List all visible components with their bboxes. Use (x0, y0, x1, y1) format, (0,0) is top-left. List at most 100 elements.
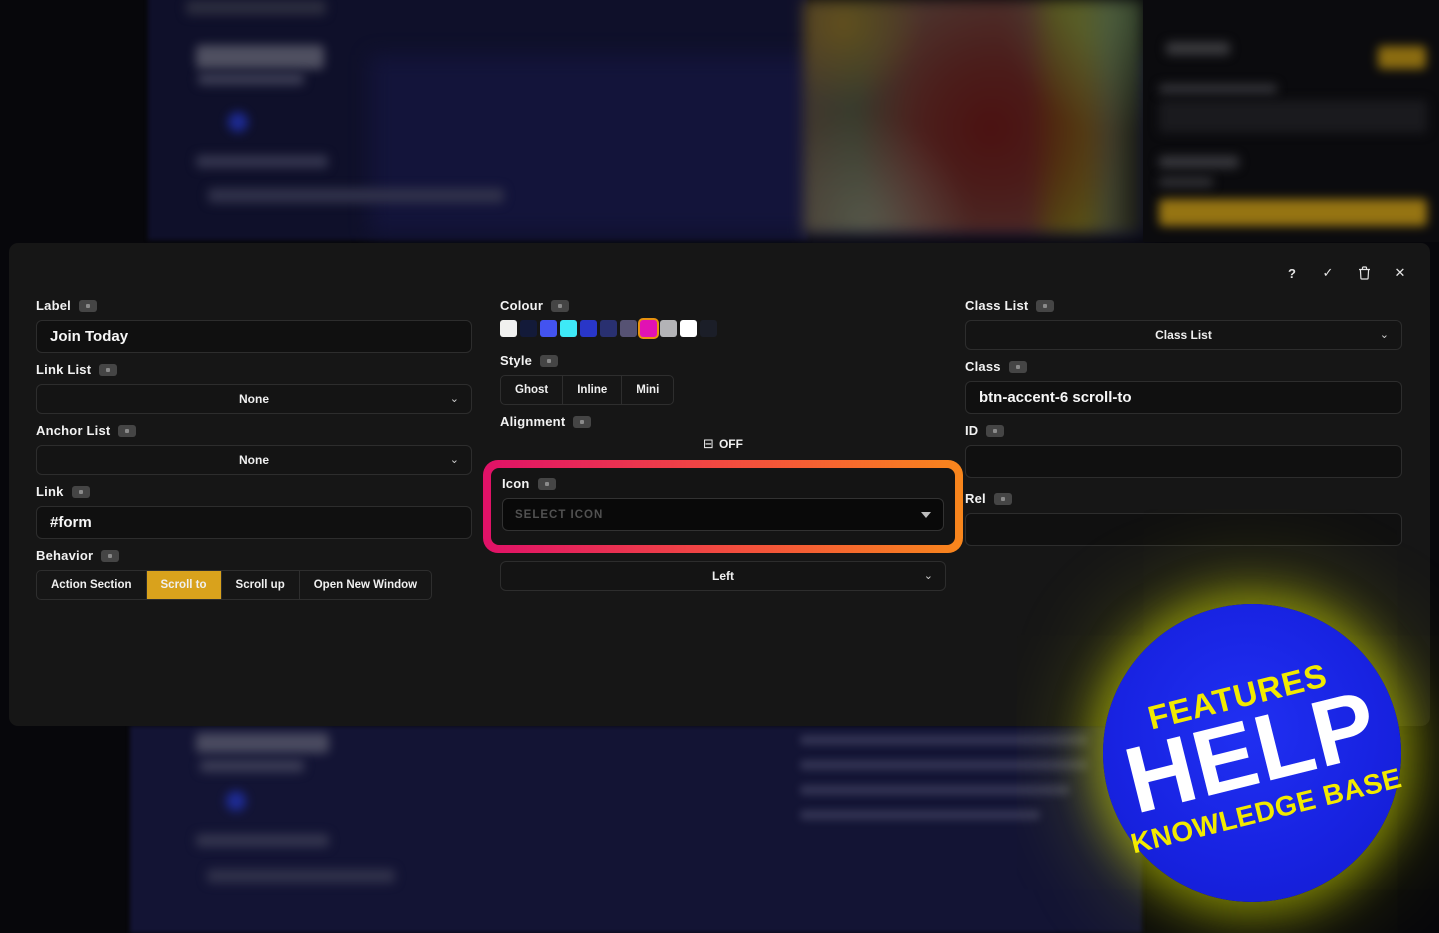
dropdown-triangle-icon (921, 511, 931, 518)
colour-swatch[interactable] (520, 320, 537, 337)
background-blurred-text (196, 155, 328, 168)
background-blurred-button (196, 45, 324, 69)
video-help-icon[interactable] (118, 424, 137, 437)
behavior-option-scroll-to[interactable]: Scroll to (145, 571, 221, 599)
colour-swatch[interactable] (560, 320, 577, 337)
video-help-icon[interactable] (537, 477, 556, 490)
class-label: Class (965, 359, 1001, 374)
background-blurred-text (208, 188, 504, 203)
field-label: Label (36, 298, 472, 313)
alignment-toggle-state: OFF (718, 437, 743, 451)
icon-section-highlight-annotation: Icon SELECT ICON (483, 460, 963, 553)
field-label: Link (36, 484, 472, 499)
rel-field-group: Rel (965, 491, 1402, 546)
background-blurred-text (1159, 156, 1239, 168)
modal-column-left: Label Link List None ⌄ Anchor List None (36, 298, 472, 609)
background-blurred-text (1166, 42, 1230, 55)
class-list-select[interactable]: Class List ⌄ (965, 320, 1402, 350)
behavior-option-open-new-window[interactable]: Open New Window (298, 571, 431, 599)
check-icon[interactable]: ✓ (1320, 265, 1336, 281)
video-help-icon[interactable] (71, 485, 90, 498)
background-blurred-text (196, 834, 329, 847)
video-help-icon[interactable] (99, 363, 118, 376)
anchor-list-label: Anchor List (36, 423, 111, 438)
rel-input[interactable] (965, 513, 1402, 546)
colour-swatch[interactable] (660, 320, 677, 337)
colour-swatch[interactable] (580, 320, 597, 337)
video-help-icon[interactable] (993, 492, 1012, 505)
link-list-select[interactable]: None ⌄ (36, 384, 472, 414)
class-input[interactable] (965, 381, 1402, 414)
video-help-icon[interactable] (1008, 360, 1027, 373)
behavior-label: Behavior (36, 548, 94, 563)
alignment-toggle-icon: ⊟ (703, 436, 714, 451)
field-label: Class (965, 359, 1402, 374)
icon-field-group: Icon SELECT ICON (491, 468, 955, 545)
field-label: Icon (502, 476, 944, 491)
video-help-icon[interactable] (573, 415, 592, 428)
colour-swatch[interactable] (500, 320, 517, 337)
field-label: Colour (500, 298, 946, 313)
video-help-icon[interactable] (551, 299, 570, 312)
link-list-label: Link List (36, 362, 92, 377)
behavior-option-scroll-up[interactable]: Scroll up (220, 571, 299, 599)
link-label: Link (36, 484, 64, 499)
alignment-off-toggle[interactable]: ⊟ OFF (500, 431, 946, 457)
link-field-group: Link (36, 484, 472, 539)
background-paragraph-line (800, 785, 1070, 795)
style-option-mini[interactable]: Mini (621, 376, 673, 404)
chevron-down-icon: ⌄ (923, 569, 933, 582)
background-blurred-text (1159, 84, 1277, 94)
style-label: Style (500, 353, 533, 368)
background-blurred-button-yellow-wide (1159, 199, 1427, 226)
colour-swatch[interactable] (640, 320, 657, 337)
video-help-icon[interactable] (78, 299, 97, 312)
background-paragraph-line (800, 735, 1088, 745)
style-option-inline[interactable]: Inline (562, 376, 621, 404)
icon-position-select[interactable]: Left ⌄ (500, 561, 946, 591)
select-icon-placeholder: SELECT ICON (515, 508, 604, 521)
colour-swatch[interactable] (620, 320, 637, 337)
background-paragraph-line (800, 760, 1088, 770)
colour-swatch[interactable] (700, 320, 717, 337)
class-list-field-group: Class List Class List ⌄ (965, 298, 1402, 350)
background-blurred-dot (226, 791, 246, 811)
behavior-option-action-section[interactable]: Action Section (37, 571, 146, 599)
link-input[interactable] (36, 506, 472, 539)
background-photo (803, 0, 1143, 233)
video-help-icon[interactable] (540, 354, 559, 367)
anchor-list-value: None (239, 453, 269, 467)
video-help-icon[interactable] (101, 549, 120, 562)
id-input[interactable] (965, 445, 1402, 478)
background-blurred-button-yellow (1378, 46, 1426, 69)
anchor-list-select[interactable]: None ⌄ (36, 445, 472, 475)
rel-label: Rel (965, 491, 986, 506)
badge-text: FEATURES HELP KNOWLEDGE BASE (1099, 646, 1405, 859)
label-input[interactable] (36, 320, 472, 353)
background-blurred-button (196, 733, 329, 753)
select-icon-dropdown[interactable]: SELECT ICON (502, 498, 944, 531)
field-label: Class List (965, 298, 1402, 313)
chevron-down-icon: ⌄ (449, 453, 459, 466)
field-label: ID (965, 423, 1402, 438)
field-label: Behavior (36, 548, 472, 563)
help-icon[interactable]: ? (1284, 265, 1300, 281)
close-icon[interactable]: ✕ (1392, 265, 1408, 281)
behavior-field-group: Behavior Action Section Scroll to Scroll… (36, 548, 472, 600)
icon-position-value: Left (712, 569, 734, 583)
label-field-group: Label (36, 298, 472, 353)
behavior-segmented-control: Action Section Scroll to Scroll up Open … (36, 570, 433, 600)
style-option-ghost[interactable]: Ghost (501, 376, 562, 404)
colour-label: Colour (500, 298, 544, 313)
id-field-group: ID (965, 423, 1402, 478)
video-help-icon[interactable] (1036, 299, 1055, 312)
colour-swatch[interactable] (600, 320, 617, 337)
colour-swatch[interactable] (680, 320, 697, 337)
video-help-icon[interactable] (986, 424, 1005, 437)
background-blurred-dot (228, 112, 248, 132)
class-field-group: Class (965, 359, 1402, 414)
trash-icon[interactable] (1356, 265, 1372, 281)
background-blurred-text (200, 760, 304, 772)
colour-swatch[interactable] (540, 320, 557, 337)
background-blurred-bar (186, 0, 326, 15)
